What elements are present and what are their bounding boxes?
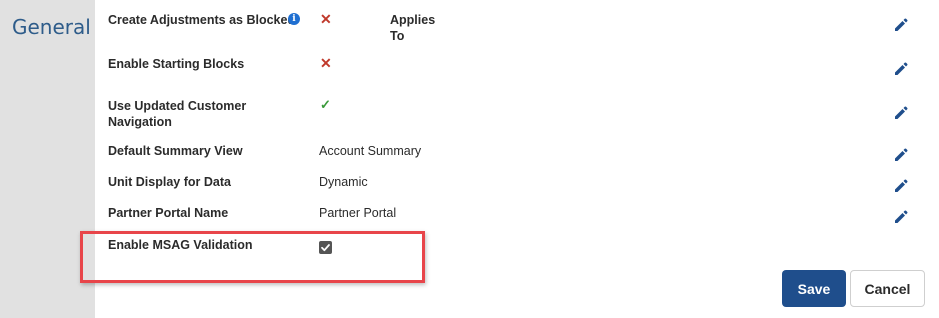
setting-value-default-summary-view: Account Summary: [319, 144, 422, 158]
setting-label-create-adjustments: Create Adjustments as Blocked: [108, 13, 296, 27]
save-button[interactable]: Save: [782, 270, 846, 307]
msag-validation-checkbox[interactable]: [319, 241, 332, 254]
label-line1: Use Updated Customer: [108, 99, 247, 113]
setting-label-use-updated-customer-navigation: Use Updated Customer Navigation: [108, 98, 246, 130]
settings-panel: Create Adjustments as Blocked i ✕ Applie…: [95, 0, 939, 318]
edit-pencil-icon[interactable]: [893, 147, 909, 163]
edit-pencil-icon[interactable]: [893, 209, 909, 225]
info-icon[interactable]: i: [288, 13, 300, 25]
setting-label-partner-portal-name: Partner Portal Name: [108, 206, 229, 220]
setting-label-enable-starting-blocks: Enable Starting Blocks: [108, 57, 245, 71]
checkmark-icon: [321, 244, 330, 252]
edit-pencil-icon[interactable]: [893, 61, 909, 77]
section-title: General: [12, 15, 91, 39]
setting-label-default-summary-view: Default Summary View: [108, 144, 243, 158]
setting-value-unit-display: Dynamic: [319, 175, 368, 189]
applies-to-line1: Applies: [390, 13, 436, 27]
setting-label-enable-msag-validation: Enable MSAG Validation: [108, 238, 253, 252]
applies-to-line2: To: [390, 29, 405, 43]
sidebar: General: [0, 0, 95, 318]
applies-to-label: Applies To: [390, 12, 440, 44]
setting-label-unit-display: Unit Display for Data: [108, 175, 231, 189]
check-icon: ✓: [320, 97, 331, 112]
setting-value-partner-portal-name: Partner Portal: [319, 206, 397, 220]
edit-pencil-icon[interactable]: [893, 105, 909, 121]
x-icon: ✕: [320, 11, 332, 27]
cancel-button[interactable]: Cancel: [850, 270, 925, 307]
label-line2: Navigation: [108, 115, 172, 129]
x-icon: ✕: [320, 55, 332, 71]
edit-pencil-icon[interactable]: [893, 17, 909, 33]
edit-pencil-icon[interactable]: [893, 178, 909, 194]
